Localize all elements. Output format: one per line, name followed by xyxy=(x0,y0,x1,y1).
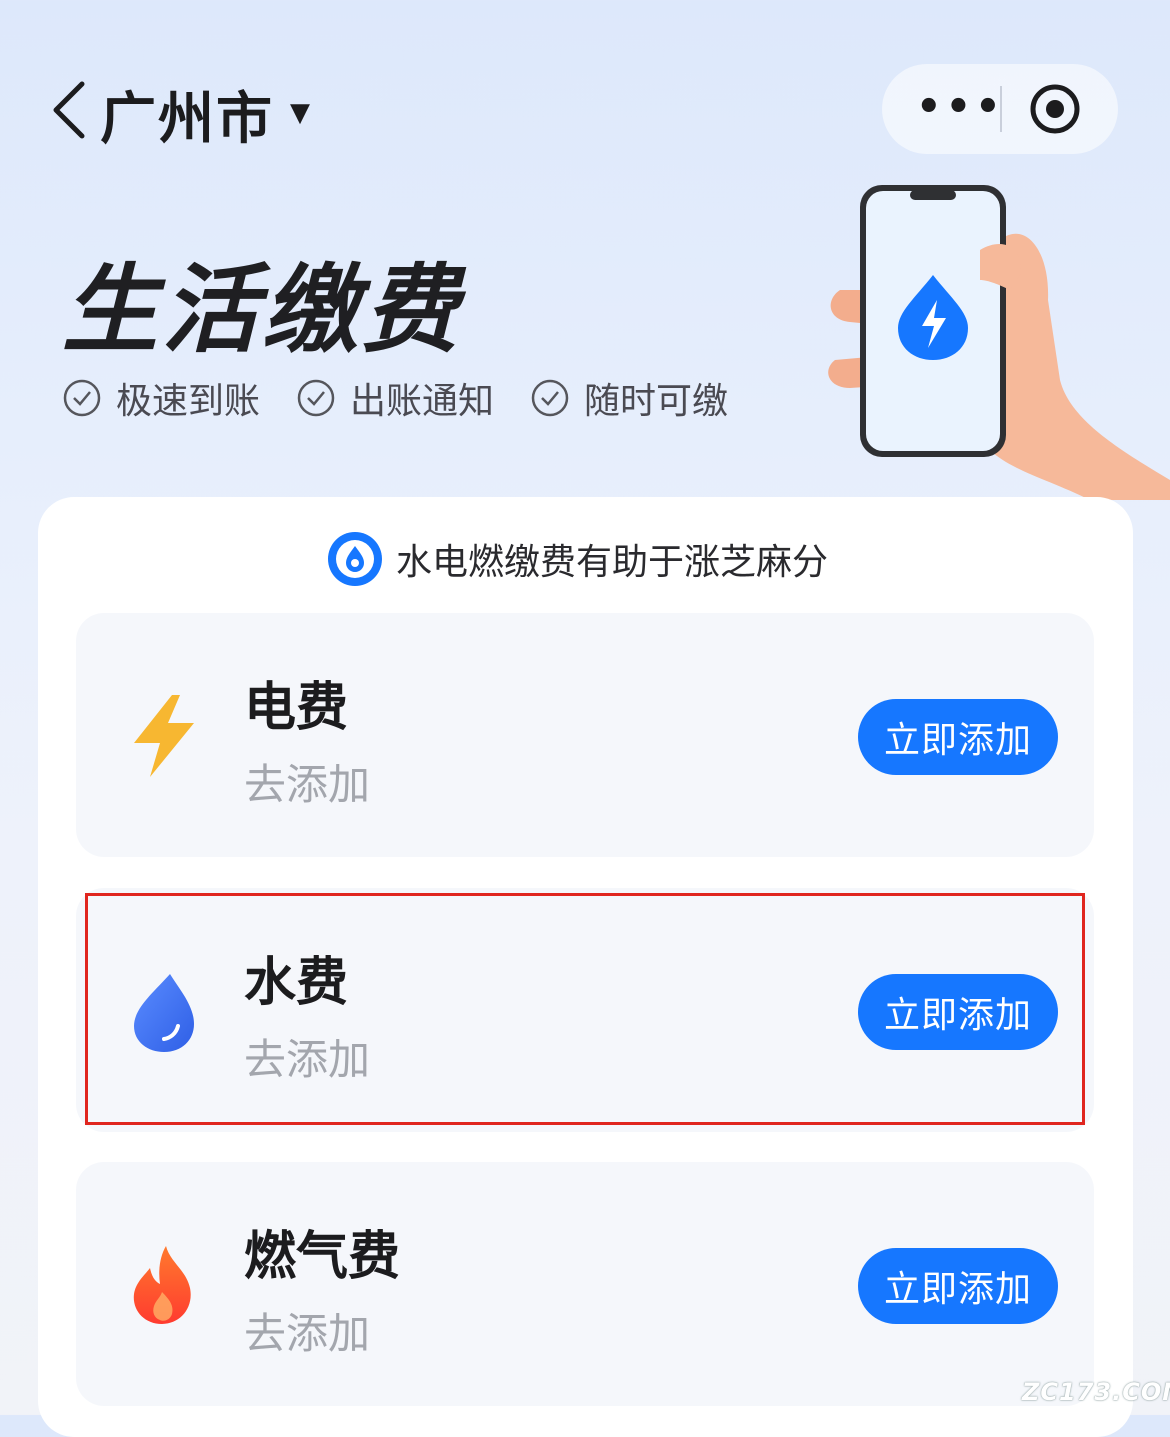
bill-title: 燃气费 xyxy=(244,1227,401,1287)
feature-label: 出账通知 xyxy=(350,381,495,422)
promo-text: 水电燃缴费有助于涨芝麻分 xyxy=(396,542,829,583)
capsule-divider xyxy=(1000,86,1002,132)
more-button[interactable]: ••• xyxy=(916,84,1005,130)
feature-label: 极速到账 xyxy=(116,381,261,422)
caret-down-icon[interactable]: ▼ xyxy=(290,98,310,128)
bill-title: 电费 xyxy=(244,678,349,738)
highlight-annotation-box xyxy=(85,893,1085,1125)
bill-item-electricity[interactable]: 电费 去添加 立即添加 xyxy=(76,613,1094,857)
bill-subtitle[interactable]: 去添加 xyxy=(244,751,370,812)
watermark: ZC173.COM xyxy=(1022,1378,1170,1406)
add-now-button[interactable]: 立即添加 xyxy=(858,1248,1058,1324)
phone-in-hand-illustration xyxy=(828,185,1170,500)
bill-subtitle[interactable]: 去添加 xyxy=(244,1300,370,1361)
add-now-button[interactable]: 立即添加 xyxy=(858,699,1058,775)
miniapp-capsule: ••• xyxy=(882,64,1118,154)
lightning-icon xyxy=(134,695,194,777)
check-circle-icon xyxy=(63,379,101,417)
sesame-promo[interactable]: 水电燃缴费有助于涨芝麻分 xyxy=(326,530,828,588)
check-circle-icon xyxy=(531,379,569,417)
feature-item: 极速到账 xyxy=(62,372,260,424)
back-arrow-icon[interactable] xyxy=(48,80,88,140)
feature-item: 出账通知 xyxy=(296,372,494,424)
feature-item: 随时可缴 xyxy=(530,372,728,424)
sesame-credit-icon xyxy=(328,532,382,586)
flame-icon xyxy=(133,1246,191,1324)
city-selector[interactable]: 广州市 xyxy=(100,74,274,155)
bill-item-gas[interactable]: 燃气费 去添加 立即添加 xyxy=(76,1162,1094,1406)
close-target-icon[interactable] xyxy=(1028,82,1082,136)
page-title: 生活缴费 xyxy=(62,254,462,366)
feature-list: 极速到账 出账通知 随时可缴 xyxy=(62,372,764,424)
feature-label: 随时可缴 xyxy=(584,381,729,422)
check-circle-icon xyxy=(297,379,335,417)
